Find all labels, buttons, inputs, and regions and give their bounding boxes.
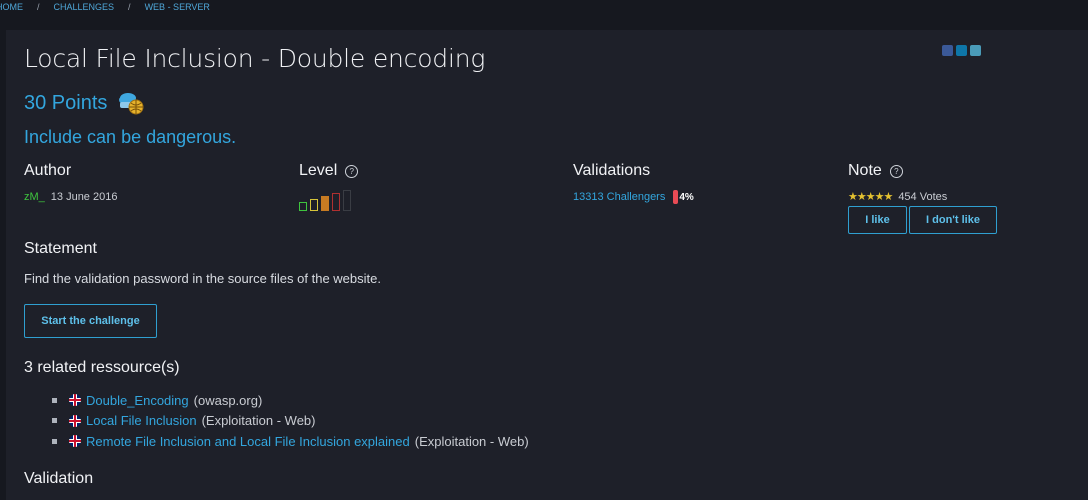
start-challenge-button[interactable]: Start the challenge xyxy=(24,304,157,338)
level-bar-4[interactable] xyxy=(332,193,340,211)
difficulty-level xyxy=(299,190,351,211)
resource-meta: (Exploitation - Web) xyxy=(201,413,316,429)
validation-heading: Validation xyxy=(24,470,94,487)
share-icon[interactable] xyxy=(970,45,981,56)
author-date: 13 June 2016 xyxy=(50,191,118,203)
social-share-bar xyxy=(942,45,981,56)
author-name[interactable]: zM_ xyxy=(24,191,45,203)
challenge-points: 30 Points xyxy=(24,90,147,116)
web-server-icon xyxy=(119,93,144,115)
level-bar-1[interactable] xyxy=(299,202,307,211)
percent-value: 4% xyxy=(679,191,694,203)
uk-flag-icon xyxy=(69,414,81,427)
breadcrumb-separator: / xyxy=(128,2,131,12)
like-button[interactable]: I like xyxy=(848,206,907,234)
resource-link[interactable]: Remote File Inclusion and Local File Inc… xyxy=(86,434,410,449)
resource-link[interactable]: Double_Encoding xyxy=(86,393,189,408)
validations-info: 13313 Challengers 4% xyxy=(573,190,694,204)
validation-percent: 4% xyxy=(673,190,694,204)
rating-stars: ★★★★★ xyxy=(848,191,893,203)
resource-meta: (owasp.org) xyxy=(193,392,263,408)
breadcrumb-web-server[interactable]: WEB - SERVER xyxy=(145,2,210,12)
help-icon[interactable]: ? xyxy=(345,164,359,178)
challenge-tagline: Include can be dangerous. xyxy=(24,127,237,147)
list-item: Remote File Inclusion and Local File Inc… xyxy=(52,431,529,452)
dislike-button[interactable]: I don't like xyxy=(909,206,997,234)
note-heading: Note ? xyxy=(848,162,903,180)
level-bar-3[interactable] xyxy=(321,196,329,211)
list-item: Double_Encoding (owasp.org) xyxy=(52,390,529,411)
uk-flag-icon xyxy=(69,435,81,448)
author-heading: Author xyxy=(24,162,72,179)
breadcrumb-separator: / xyxy=(37,2,40,12)
points-value: 30 Points xyxy=(24,91,108,114)
breadcrumb-challenges[interactable]: CHALLENGES xyxy=(54,2,115,12)
challengers-count[interactable]: 13313 Challengers xyxy=(573,191,665,203)
resource-meta: (Exploitation - Web) xyxy=(414,433,529,449)
linkedin-icon[interactable] xyxy=(956,45,967,56)
list-item: Local File Inclusion (Exploitation - Web… xyxy=(52,411,529,432)
level-bar-5[interactable] xyxy=(343,190,351,211)
resources-heading: 3 related ressource(s) xyxy=(24,359,180,376)
help-icon[interactable]: ? xyxy=(889,164,903,178)
author-info: zM_ 13 June 2016 xyxy=(24,191,117,203)
breadcrumb: HOME / CHALLENGES / WEB - SERVER xyxy=(0,0,210,14)
level-bar-2[interactable] xyxy=(310,199,318,211)
votes-count: 454 Votes xyxy=(898,190,948,203)
facebook-icon[interactable] xyxy=(942,45,953,56)
page-title: Local File Inclusion - Double encoding xyxy=(24,44,486,73)
bullet-icon xyxy=(52,438,57,444)
level-heading: Level ? xyxy=(299,162,359,180)
rating-info: ★★★★★ 454 Votes xyxy=(848,190,948,204)
resource-link[interactable]: Local File Inclusion xyxy=(86,413,197,428)
percent-bar xyxy=(673,190,679,204)
resources-list: Double_Encoding (owasp.org) Local File I… xyxy=(52,390,529,452)
statement-heading: Statement xyxy=(24,240,97,257)
statement-text: Find the validation password in the sour… xyxy=(24,271,381,286)
bullet-icon xyxy=(52,397,57,403)
bullet-icon xyxy=(52,418,57,424)
validations-heading: Validations xyxy=(573,162,651,179)
uk-flag-icon xyxy=(69,394,81,407)
breadcrumb-home[interactable]: HOME xyxy=(0,2,23,12)
